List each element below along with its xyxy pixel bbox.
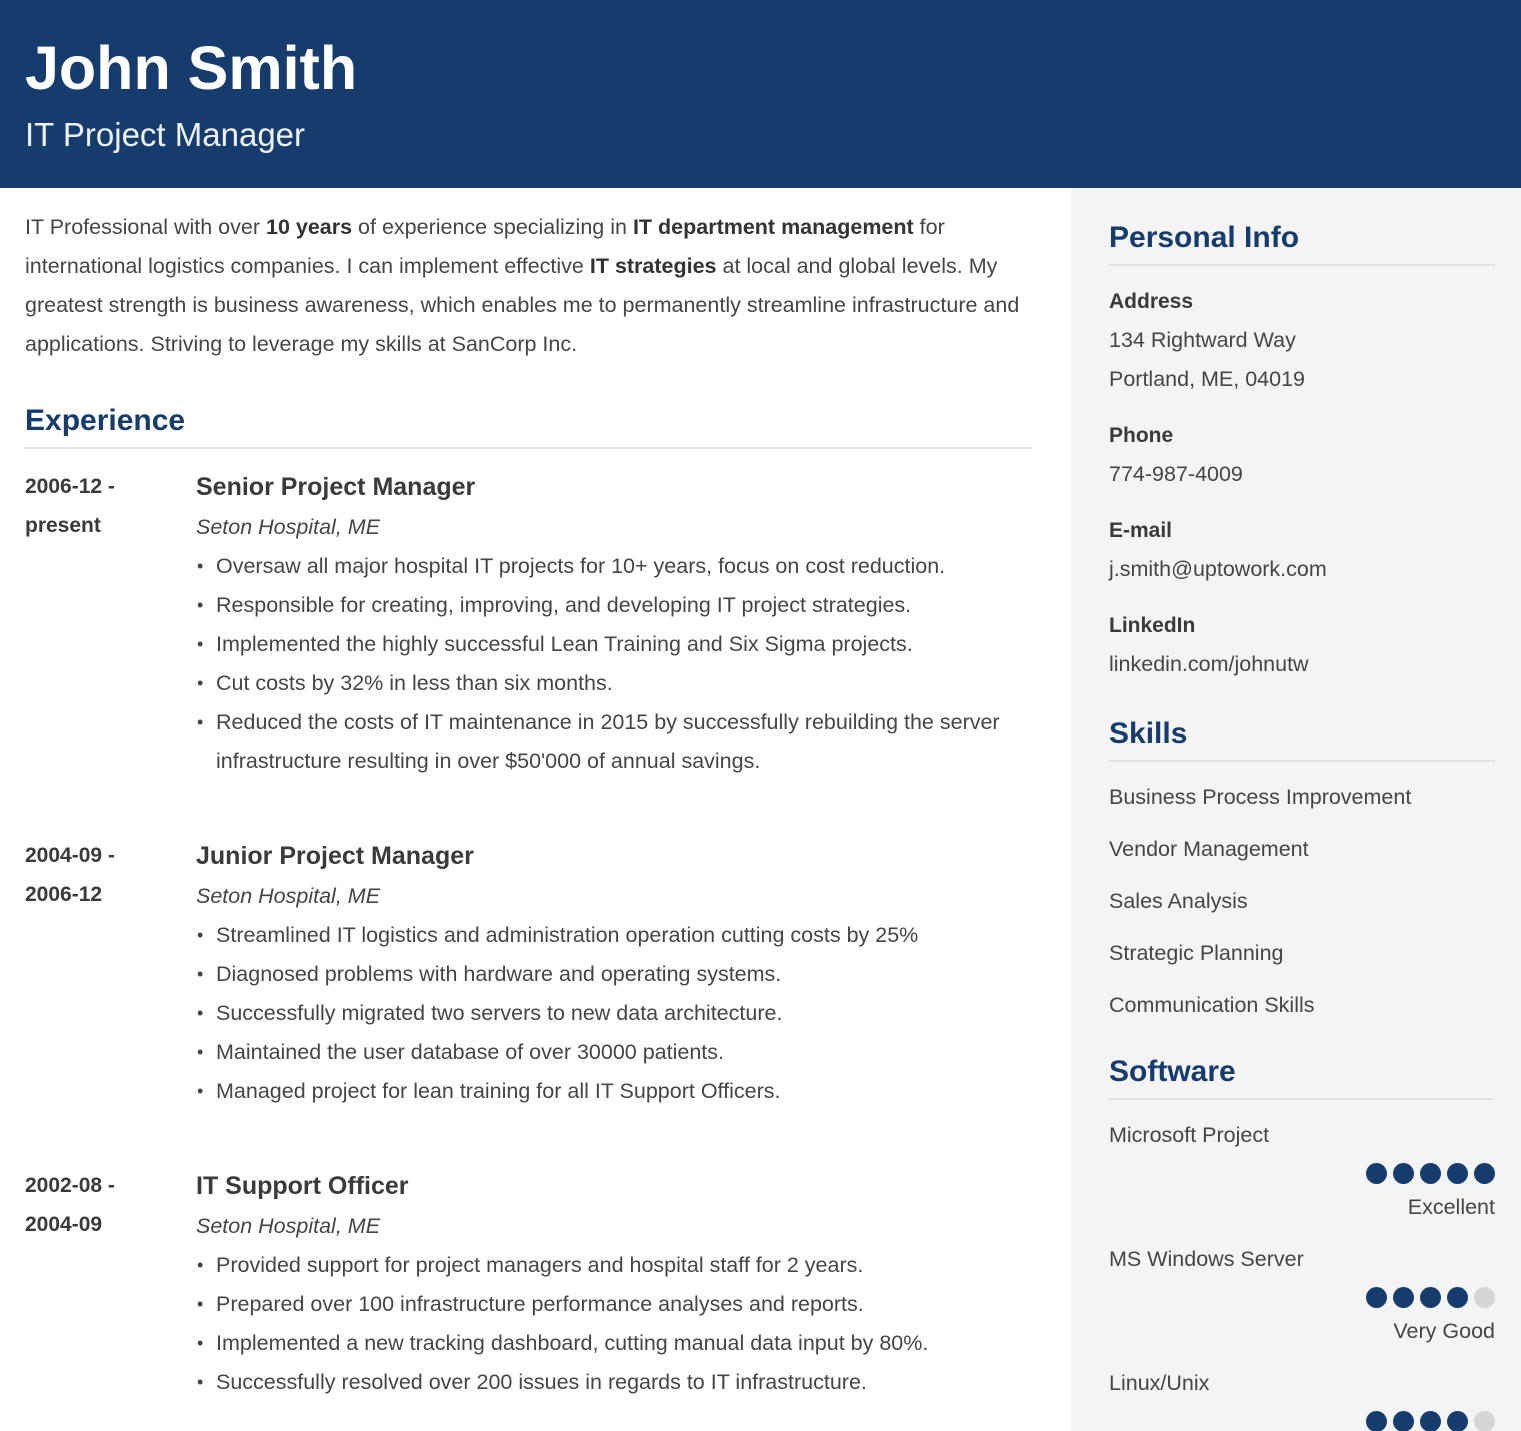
- main-column: IT Professional with over 10 years of ex…: [25, 208, 1031, 1402]
- personal-info-list: Address 134 Rightward Way Portland, ME, 04…: [1109, 288, 1495, 684]
- rating-dot-filled: [1447, 1163, 1468, 1184]
- job-bullet: Diagnosed problems with hardware and ope…: [196, 955, 1031, 994]
- rating-dot-empty: [1474, 1287, 1495, 1308]
- job-entry: 2006-12 - present Senior Project Manager Se…: [25, 467, 1031, 781]
- job-bullet: Maintained the user database of over 300…: [196, 1033, 1031, 1072]
- skill-item: Communication Skills: [1109, 993, 1315, 1017]
- job-dates: 2004-09 - 2006-12: [25, 836, 185, 914]
- info-item-linkedin: LinkedIn linkedin.com/johnutw: [1109, 612, 1495, 684]
- job-bullets: Provided support for project managers an…: [196, 1246, 1031, 1402]
- job-bullet: Cut costs by 32% in less than six months…: [196, 664, 1031, 703]
- personal-info-heading: Personal Info: [1109, 218, 1495, 266]
- software-level: Excellent: [1407, 1195, 1495, 1219]
- software-name: Linux/Unix: [1109, 1371, 1210, 1395]
- software-heading: Software: [1109, 1052, 1495, 1100]
- rating-dot-filled: [1366, 1287, 1387, 1308]
- job-bullet: Responsible for creating, improving, and…: [196, 586, 1031, 625]
- info-label: Address: [1109, 290, 1194, 313]
- job-bullet: Prepared over 100 infrastructure perform…: [196, 1285, 1031, 1324]
- info-label: E-mail: [1109, 519, 1173, 542]
- job-bullet: Streamlined IT logistics and administrat…: [196, 916, 1031, 955]
- rating-dots: [1109, 1163, 1495, 1184]
- rating-dot-filled: [1420, 1411, 1441, 1431]
- rating-dot-filled: [1366, 1411, 1387, 1431]
- rating-dot-filled: [1447, 1287, 1468, 1308]
- job-date-end: 2004-09: [25, 1213, 103, 1236]
- experience-list: 2006-12 - present Senior Project Manager Se…: [25, 467, 1031, 1402]
- sidebar: Personal Info Address 134 Rightward Way Po…: [1071, 188, 1521, 1431]
- skill-item: Business Process Improvement: [1109, 785, 1412, 809]
- rating-dot-filled: [1447, 1411, 1468, 1431]
- rating-dots: [1109, 1287, 1495, 1308]
- rating-dot-empty: [1474, 1411, 1495, 1431]
- job-company: Seton Hospital, ME: [196, 884, 381, 908]
- summary-highlight: IT department management: [632, 215, 914, 239]
- job-bullet: Managed project for lean training for al…: [196, 1072, 1031, 1111]
- software-name: MS Windows Server: [1109, 1247, 1304, 1271]
- rating-dots: [1109, 1411, 1495, 1431]
- summary-highlight: 10 years: [265, 215, 353, 239]
- job-dates: 2002-08 - 2004-09: [25, 1166, 185, 1244]
- rating-dot-filled: [1366, 1163, 1387, 1184]
- software-item: MS Windows Server Very Good: [1109, 1246, 1495, 1345]
- rating-dot-filled: [1393, 1287, 1414, 1308]
- skill-item: Sales Analysis: [1109, 889, 1248, 913]
- info-label: LinkedIn: [1109, 614, 1196, 637]
- job-date-start: 2002-08 -: [25, 1174, 115, 1197]
- job-bullet: Oversaw all major hospital IT projects f…: [196, 547, 1031, 586]
- job-date-end: 2006-12: [25, 883, 103, 906]
- job-bullets: Streamlined IT logistics and administrat…: [196, 916, 1031, 1111]
- software-name: Microsoft Project: [1109, 1123, 1270, 1147]
- info-value: j.smith@uptowork.com: [1109, 557, 1327, 581]
- job-entry: 2002-08 - 2004-09 IT Support Officer Seton …: [25, 1166, 1031, 1402]
- info-value: 774-987-4009: [1109, 462, 1243, 486]
- job-date-start: 2006-12 -: [25, 475, 115, 498]
- skills-heading: Skills: [1109, 714, 1495, 762]
- info-label: Phone: [1109, 424, 1174, 447]
- job-bullet: Successfully resolved over 200 issues in…: [196, 1363, 1031, 1402]
- software-item: Linux/Unix: [1109, 1370, 1495, 1431]
- job-role: IT Support Officer: [196, 1172, 409, 1200]
- info-value: Portland, ME, 04019: [1109, 367, 1306, 391]
- candidate-name: John Smith: [25, 34, 358, 102]
- rating-dot-filled: [1420, 1163, 1441, 1184]
- job-role: Junior Project Manager: [196, 842, 474, 870]
- info-item-email: E-mail j.smith@uptowork.com: [1109, 517, 1495, 589]
- job-date-start: 2004-09 -: [25, 844, 115, 867]
- info-item-address: Address 134 Rightward Way Portland, ME, 04…: [1109, 288, 1495, 399]
- rating-dot-filled: [1393, 1411, 1414, 1431]
- info-value: 134 Rightward Way: [1109, 328, 1296, 352]
- job-role: Senior Project Manager: [196, 473, 476, 501]
- job-bullet: Provided support for project managers an…: [196, 1246, 1031, 1285]
- summary-text: of experience specializing in: [352, 215, 633, 239]
- job-bullets: Oversaw all major hospital IT projects f…: [196, 547, 1031, 781]
- job-bullet: Implemented the highly successful Lean T…: [196, 625, 1031, 664]
- skills-list: Business Process Improvement Vendor Manag…: [1109, 784, 1495, 1019]
- job-dates: 2006-12 - present: [25, 467, 185, 545]
- rating-dot-filled: [1393, 1163, 1414, 1184]
- software-list: Microsoft Project Excellent MS Windows Ser…: [1109, 1122, 1495, 1431]
- rating-dot-filled: [1420, 1287, 1441, 1308]
- software-item: Microsoft Project Excellent: [1109, 1122, 1495, 1221]
- resume-header: John Smith IT Project Manager: [0, 0, 1521, 188]
- candidate-title: IT Project Manager: [25, 116, 306, 153]
- info-item-phone: Phone 774-987-4009: [1109, 422, 1495, 494]
- job-date-end: present: [25, 514, 101, 537]
- summary-highlight: IT strategies: [589, 254, 717, 278]
- summary-text: IT Professional with over: [25, 215, 266, 239]
- job-bullet: Successfully migrated two servers to new…: [196, 994, 1031, 1033]
- info-value: linkedin.com/johnutw: [1109, 652, 1309, 676]
- skill-item: Strategic Planning: [1109, 941, 1284, 965]
- skill-item: Vendor Management: [1109, 837, 1309, 861]
- job-bullet: Reduced the costs of IT maintenance in 2…: [196, 703, 1031, 781]
- job-company: Seton Hospital, ME: [196, 515, 381, 539]
- job-company: Seton Hospital, ME: [196, 1214, 381, 1238]
- job-entry: 2004-09 - 2006-12 Junior Project Manager Se…: [25, 836, 1031, 1111]
- rating-dot-filled: [1474, 1163, 1495, 1184]
- software-level: Very Good: [1393, 1319, 1495, 1343]
- job-bullet: Implemented a new tracking dashboard, cu…: [196, 1324, 1031, 1363]
- experience-heading: Experience: [25, 401, 1031, 449]
- summary: IT Professional with over 10 years of ex…: [25, 208, 1031, 364]
